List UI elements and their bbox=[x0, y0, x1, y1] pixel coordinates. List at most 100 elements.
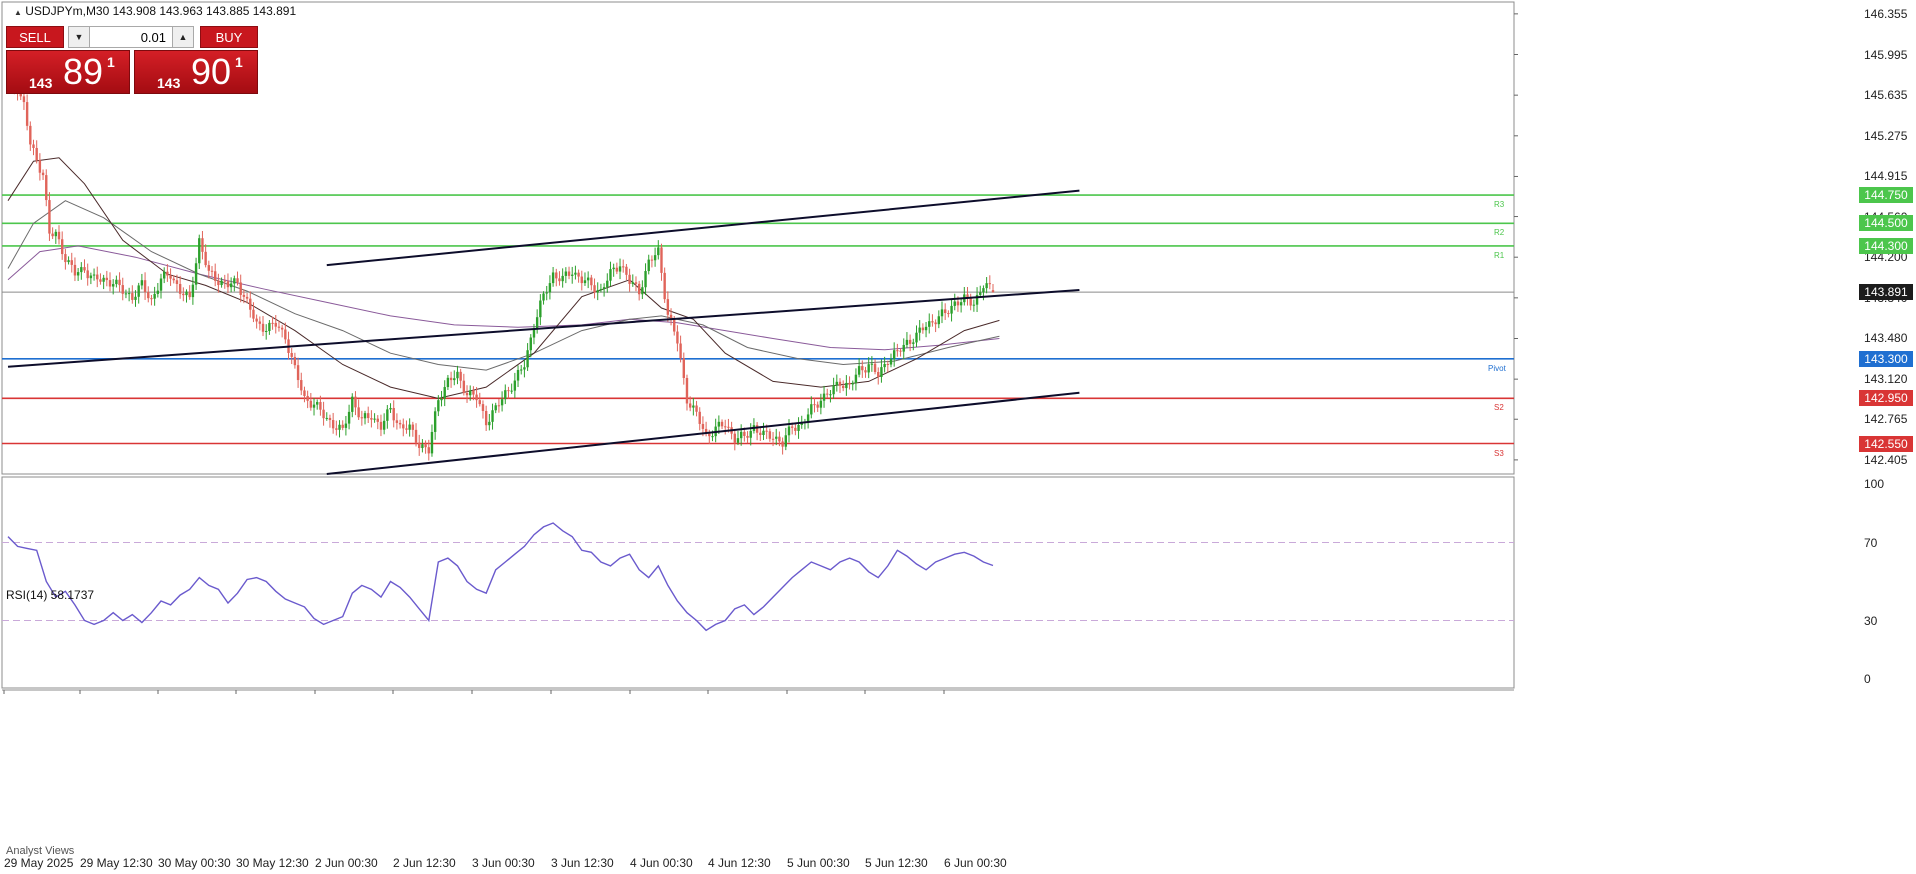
candle-body bbox=[316, 402, 319, 405]
candle-body bbox=[733, 433, 736, 443]
candle-body bbox=[121, 285, 124, 294]
candle-body bbox=[376, 418, 379, 422]
buy-button[interactable]: BUY bbox=[200, 26, 258, 48]
lot-increase-button[interactable]: ▲ bbox=[172, 26, 194, 48]
candle-body bbox=[443, 387, 446, 399]
candle-body bbox=[826, 393, 829, 395]
candle-body bbox=[328, 417, 332, 421]
candle-body bbox=[430, 431, 434, 454]
candle-body bbox=[178, 283, 182, 294]
candle-body bbox=[64, 254, 67, 263]
candle-body bbox=[727, 426, 730, 428]
price-tick-label: 143.120 bbox=[1864, 372, 1908, 387]
candle-body bbox=[137, 285, 140, 297]
candle-body bbox=[644, 271, 647, 288]
candle-body bbox=[523, 367, 526, 370]
price-tick-label: 145.635 bbox=[1864, 88, 1908, 103]
rsi-tick-label: 0 bbox=[1864, 672, 1871, 686]
candle-body bbox=[201, 238, 204, 252]
candle-body bbox=[60, 239, 64, 255]
price-tick-label: 143.480 bbox=[1864, 331, 1908, 346]
candle-body bbox=[794, 427, 797, 431]
candle-body bbox=[657, 247, 660, 256]
candle-body bbox=[188, 291, 191, 298]
candle-body bbox=[284, 329, 287, 340]
candle-body bbox=[634, 282, 638, 284]
candle-body bbox=[351, 396, 354, 412]
candle-body bbox=[150, 298, 153, 300]
candle-body bbox=[57, 231, 61, 240]
candle-body bbox=[743, 431, 746, 436]
time-tick-label: 30 May 00:30 bbox=[158, 856, 231, 870]
candle-body bbox=[475, 394, 478, 401]
candle-body bbox=[478, 400, 481, 405]
candle-body bbox=[787, 426, 791, 436]
price-tick-label: 145.275 bbox=[1864, 128, 1908, 143]
chevron-up-icon: ▲ bbox=[178, 32, 188, 42]
candle-body bbox=[755, 425, 759, 433]
price-chart[interactable] bbox=[0, 0, 1916, 874]
candle-body bbox=[507, 390, 510, 392]
candle-body bbox=[386, 409, 389, 421]
candle-body bbox=[233, 278, 236, 284]
candle-body bbox=[99, 279, 102, 282]
candle-body bbox=[660, 247, 663, 273]
candle-body bbox=[551, 272, 555, 284]
candle-body bbox=[140, 280, 144, 286]
candle-body bbox=[51, 233, 54, 237]
price-tick-label: 146.355 bbox=[1864, 6, 1908, 21]
candle-body bbox=[867, 364, 870, 373]
chart-window[interactable]: ▲ USDJPYm,M30 143.908 143.963 143.885 14… bbox=[0, 0, 1916, 874]
one-click-trading-panel: SELL ▼ ▲ BUY 143 89 1 143 90 1 bbox=[6, 26, 258, 96]
sell-button[interactable]: SELL bbox=[6, 26, 64, 48]
candle-body bbox=[797, 424, 800, 431]
sell-price-quote[interactable]: 143 89 1 bbox=[6, 50, 130, 94]
candle-body bbox=[819, 400, 823, 408]
candle-body bbox=[829, 394, 832, 396]
candle-body bbox=[928, 321, 931, 327]
candle-body bbox=[845, 382, 848, 389]
symbol-ohlc-text: USDJPYm,M30 143.908 143.963 143.885 143.… bbox=[25, 4, 297, 18]
candle-body bbox=[147, 292, 150, 299]
collapse-triangle-icon[interactable]: ▲ bbox=[14, 8, 22, 17]
candle-body bbox=[870, 363, 874, 365]
candle-body bbox=[172, 278, 175, 281]
analyst-views-tab[interactable]: Analyst Views bbox=[6, 845, 74, 857]
candle-body bbox=[889, 359, 893, 365]
candle-body bbox=[969, 297, 972, 306]
candle-body bbox=[497, 405, 501, 407]
candle-body bbox=[354, 396, 357, 408]
candle-body bbox=[242, 294, 246, 297]
candle-body bbox=[736, 438, 740, 443]
lot-decrease-button[interactable]: ▼ bbox=[68, 26, 90, 48]
price-tick-label: 145.995 bbox=[1864, 47, 1908, 62]
candle-body bbox=[561, 275, 564, 282]
candle-body bbox=[306, 395, 309, 401]
time-tick-label: 4 Jun 00:30 bbox=[630, 856, 693, 870]
level-label-r3: R3 bbox=[1494, 200, 1505, 210]
candle-body bbox=[771, 438, 775, 440]
candle-body bbox=[548, 283, 552, 293]
candle-body bbox=[574, 272, 577, 275]
sell-price-main: 89 bbox=[63, 51, 104, 92]
candle-body bbox=[271, 322, 274, 324]
candle-body bbox=[453, 378, 456, 381]
sell-price-fraction: 1 bbox=[107, 54, 115, 70]
candle-body bbox=[309, 400, 313, 408]
candle-body bbox=[596, 290, 599, 293]
candle-body bbox=[440, 398, 443, 401]
level-price-tag-pivot: 143.300 bbox=[1859, 350, 1913, 367]
candle-body bbox=[685, 377, 689, 404]
buy-price-quote[interactable]: 143 90 1 bbox=[134, 50, 258, 94]
candle-body bbox=[166, 271, 169, 276]
buy-price-main: 90 bbox=[191, 51, 232, 92]
candle-body bbox=[76, 272, 80, 276]
candle-body bbox=[698, 411, 701, 424]
candle-body bbox=[555, 272, 558, 279]
candle-body bbox=[481, 404, 485, 412]
candle-body bbox=[908, 339, 912, 344]
rsi-title: RSI(14) 58.1737 bbox=[6, 588, 95, 602]
candle-body bbox=[880, 367, 883, 377]
candle-body bbox=[220, 280, 223, 286]
lot-size-input[interactable] bbox=[90, 26, 172, 48]
